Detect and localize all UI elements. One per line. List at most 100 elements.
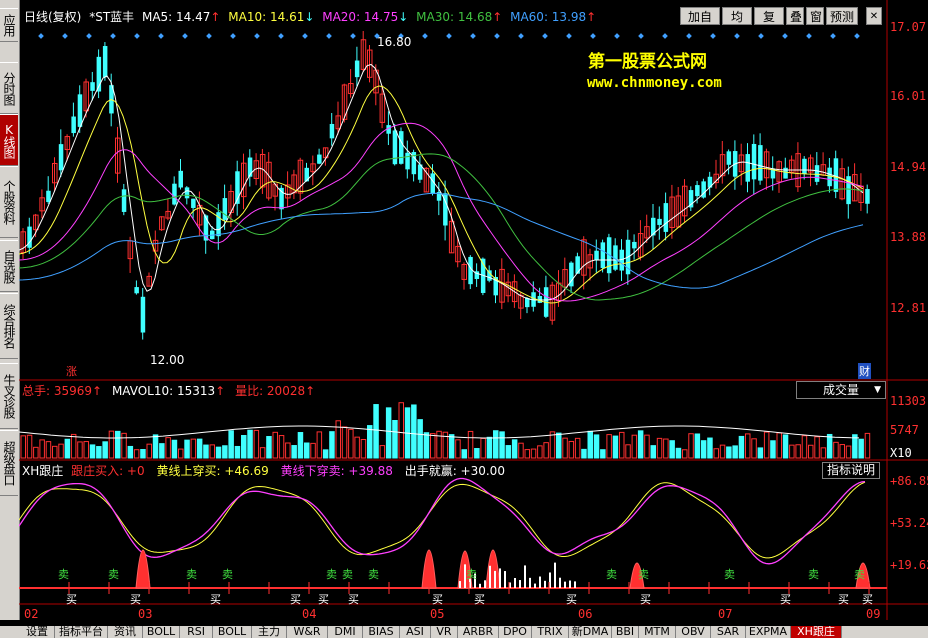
- sidebar-tab[interactable]: 个股资料: [0, 166, 18, 238]
- sidebar-tab[interactable]: 自选股: [0, 240, 18, 292]
- candle-body: [657, 218, 662, 225]
- candle-body: [172, 183, 177, 205]
- sidebar-tab[interactable]: 综合排名: [0, 293, 18, 359]
- candle-body: [102, 46, 108, 78]
- bottom-tab[interactable]: MTM: [639, 626, 676, 638]
- candle-body: [865, 189, 870, 204]
- candle-body: [594, 250, 599, 260]
- sell-signal-label: 卖: [724, 568, 735, 581]
- price-tick: 14.94: [890, 160, 927, 174]
- sidebar-tab[interactable]: 分时图: [0, 62, 18, 114]
- sidebar-tab[interactable]: 牛叉诊股: [0, 363, 18, 429]
- bottom-tab[interactable]: RSI: [180, 626, 213, 638]
- up-marker: 涨: [66, 365, 77, 378]
- volume-bar: [713, 448, 719, 459]
- bottom-tab[interactable]: TRIX: [532, 626, 569, 638]
- event-marker: [854, 33, 860, 39]
- event-marker: [542, 33, 548, 39]
- indicator-field-follow-buy: 跟庄买入: +0: [71, 464, 145, 478]
- kline-chart[interactable]: [19, 0, 928, 626]
- volume-bar: [631, 434, 638, 459]
- volume-bar: [826, 433, 833, 459]
- volume-bar: [316, 431, 323, 459]
- volume-bar: [285, 442, 291, 459]
- event-marker: [278, 33, 284, 39]
- indicator-spike: [485, 549, 501, 589]
- sidebar-tab[interactable]: 超级盘口: [0, 430, 18, 496]
- bottom-tab[interactable]: VR: [431, 626, 458, 638]
- bottom-tab[interactable]: EXPMA: [746, 626, 791, 638]
- candle-body: [600, 242, 606, 268]
- volume-bar: [593, 434, 600, 459]
- sell-signal-label: 卖: [326, 568, 337, 581]
- volume-bar: [26, 434, 33, 459]
- bottom-tab[interactable]: ARBR: [458, 626, 499, 638]
- finance-marker[interactable]: 财: [858, 363, 871, 379]
- bottom-tab[interactable]: SAR: [711, 626, 746, 638]
- bottom-tab[interactable]: 指标平台: [55, 626, 108, 638]
- bottom-tab[interactable]: 新DMA: [569, 626, 612, 638]
- event-marker: [326, 33, 332, 39]
- date-tick: 05: [430, 607, 445, 621]
- buy-signal-label: 买: [432, 593, 443, 606]
- volume-bar: [241, 434, 247, 459]
- indicator-tick: +19.62: [890, 558, 928, 572]
- indicator-bar: [539, 576, 541, 588]
- candle-body: [222, 198, 228, 220]
- volume-bar: [297, 432, 304, 459]
- buy-signal-label: 买: [474, 593, 485, 606]
- indicator-bar: [529, 577, 531, 588]
- bottom-tab[interactable]: XH跟庄: [791, 626, 842, 638]
- volume-indicator-dropdown[interactable]: 成交量 ▼: [796, 381, 886, 399]
- volume-bar: [423, 432, 430, 459]
- volume-bar: [335, 420, 341, 459]
- sidebar-tab[interactable]: 应用: [0, 8, 18, 42]
- volume-bar: [291, 445, 297, 459]
- bottom-tab[interactable]: ASI: [400, 626, 431, 638]
- bottom-tab[interactable]: BIAS: [363, 626, 400, 638]
- candle-body: [783, 167, 788, 179]
- candle-body: [695, 185, 700, 197]
- volume-bar: [562, 437, 568, 459]
- volume-bar: [140, 449, 146, 459]
- bottom-tab[interactable]: DPO: [499, 626, 532, 638]
- volume-bar: [808, 444, 814, 459]
- volume-bar: [379, 445, 386, 459]
- bottom-tab[interactable]: BOLL: [143, 626, 180, 638]
- sidebar-tab[interactable]: K线图: [0, 114, 18, 166]
- volume-bar: [719, 444, 726, 459]
- indicator-bar: [504, 571, 506, 588]
- bottom-tab[interactable]: 主力: [252, 626, 287, 638]
- volume-bar: [228, 430, 234, 459]
- volume-bar: [606, 434, 612, 459]
- bottom-tab[interactable]: BBI: [612, 626, 639, 638]
- volume-bar: [430, 433, 436, 459]
- volume-bar: [474, 448, 480, 459]
- bottom-tab[interactable]: W&R: [287, 626, 328, 638]
- volume-bar: [637, 430, 644, 459]
- candle-body: [191, 198, 196, 208]
- mavol-value: MAVOL10: 15313: [111, 384, 216, 398]
- volume-bar: [341, 426, 348, 459]
- bottom-tab[interactable]: DMI: [328, 626, 363, 638]
- watermark-url: www.chnmoney.com: [587, 75, 722, 91]
- volume-bar: [763, 431, 770, 459]
- ma20-line: [19, 122, 864, 302]
- bottom-tab[interactable]: BOLL: [213, 626, 252, 638]
- volume-tick: 11303: [890, 394, 927, 408]
- volume-bar: [354, 436, 360, 459]
- indicator-bar: [564, 581, 566, 588]
- indicator-help-button[interactable]: 指标说明: [822, 462, 880, 479]
- volume-bar: [108, 430, 115, 459]
- bottom-tab[interactable]: 资讯: [108, 626, 143, 638]
- volume-bar: [259, 447, 266, 459]
- volume-bar: [833, 441, 839, 459]
- volume-bar: [839, 444, 845, 459]
- date-tick: 07: [718, 607, 733, 621]
- event-marker: [62, 33, 68, 39]
- bottom-tab[interactable]: 设置: [20, 626, 55, 638]
- candle-body: [726, 151, 732, 165]
- bottom-tab[interactable]: OBV: [676, 626, 711, 638]
- volume-bar: [549, 431, 556, 459]
- volume-bar: [745, 433, 751, 459]
